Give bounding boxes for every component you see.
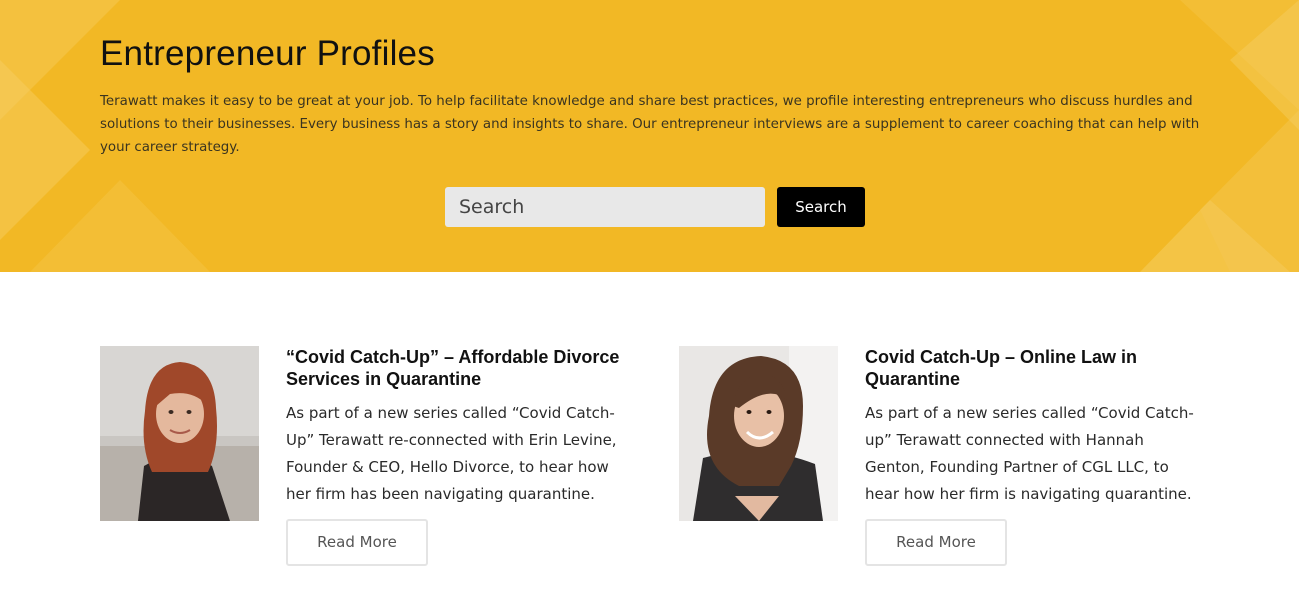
profile-card: Covid Catch-Up – Online Law in Quarantin… <box>679 346 1205 566</box>
page-description: Terawatt makes it easy to be great at yo… <box>100 94 1200 155</box>
profile-title[interactable]: “Covid Catch-Up” – Affordable Divorce Se… <box>286 346 626 390</box>
page-title: Entrepreneur Profiles <box>100 34 435 73</box>
read-more-button[interactable]: Read More <box>286 519 428 566</box>
hero-banner: Entrepreneur Profiles Terawatt makes it … <box>0 0 1299 272</box>
profile-photo[interactable] <box>100 346 259 521</box>
profile-card-body: Covid Catch-Up – Online Law in Quarantin… <box>865 346 1205 566</box>
read-more-button[interactable]: Read More <box>865 519 1007 566</box>
search-button[interactable]: Search <box>777 187 865 227</box>
search-bar: Search <box>445 187 865 227</box>
profile-excerpt: As part of a new series called “Covid Ca… <box>286 404 617 503</box>
portrait-woman-red-hair-image <box>100 346 259 521</box>
profile-title[interactable]: Covid Catch-Up – Online Law in Quarantin… <box>865 346 1205 390</box>
search-input[interactable] <box>445 187 765 227</box>
portrait-woman-brown-hair-image <box>679 346 838 521</box>
profile-excerpt: As part of a new series called “Covid Ca… <box>865 404 1194 503</box>
hero-content: Entrepreneur Profiles Terawatt makes it … <box>100 32 1200 159</box>
profile-photo[interactable] <box>679 346 838 521</box>
profile-card: “Covid Catch-Up” – Affordable Divorce Se… <box>100 346 626 566</box>
profile-card-body: “Covid Catch-Up” – Affordable Divorce Se… <box>286 346 626 566</box>
